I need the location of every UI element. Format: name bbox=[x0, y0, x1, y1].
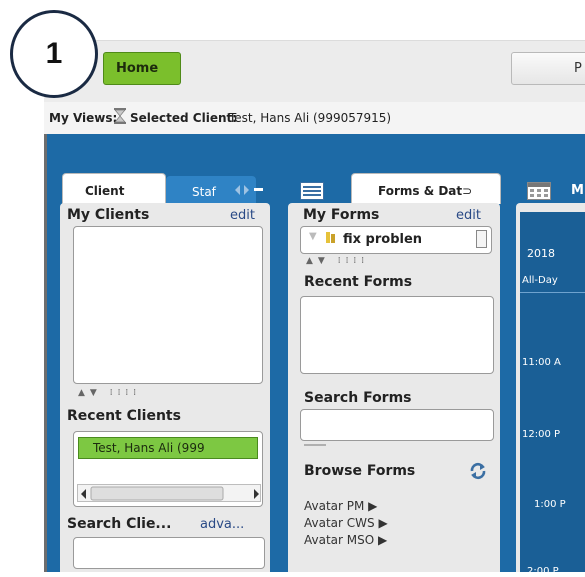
list-reorder-arrows[interactable]: ▲▼ ⁞⁞⁞⁞ bbox=[78, 388, 141, 398]
scrollbar-arrows-icon bbox=[81, 486, 259, 501]
search-forms-input[interactable] bbox=[300, 409, 494, 441]
list-scroll-handle[interactable] bbox=[476, 230, 487, 248]
selected-client-value[interactable]: Test, Hans Ali (999057915) bbox=[229, 111, 391, 125]
advanced-search-link[interactable]: adva... bbox=[200, 517, 244, 532]
tab-forms-data[interactable]: Forms & Dat⊃ bbox=[351, 173, 501, 204]
my-clients-label: My Clients bbox=[67, 207, 150, 223]
calendar-year: 2018 bbox=[527, 247, 555, 260]
toolbar-button[interactable]: P bbox=[511, 52, 585, 85]
refresh-icon[interactable] bbox=[469, 462, 487, 480]
list-item[interactable]: Test, Hans Ali (999 bbox=[78, 437, 258, 459]
time-label-11am: 11:00 A bbox=[522, 357, 561, 368]
my-clients-list[interactable] bbox=[73, 226, 263, 384]
calendar-grid[interactable] bbox=[520, 212, 585, 572]
search-clients-label: Search Clie... bbox=[67, 516, 172, 532]
search-clients-input[interactable] bbox=[73, 537, 265, 569]
all-day-label: All-Day bbox=[522, 275, 558, 286]
recent-forms-label: Recent Forms bbox=[304, 274, 413, 290]
my-views-label: My Views: bbox=[49, 111, 118, 125]
tab-scroll-icon bbox=[235, 185, 263, 195]
browse-item-avatar-mso[interactable]: Avatar MSO ▶ bbox=[304, 532, 388, 549]
divider bbox=[520, 292, 585, 293]
form-icon bbox=[326, 232, 335, 243]
calendar-icon[interactable] bbox=[527, 182, 551, 200]
recent-clients-scrollbar[interactable] bbox=[77, 484, 261, 502]
time-label-1pm: 1:00 P bbox=[534, 499, 566, 510]
tab-client[interactable]: Client bbox=[62, 173, 166, 204]
browse-forms-list: Avatar PM ▶ Avatar CWS ▶ Avatar MSO ▶ bbox=[304, 498, 388, 549]
tab-scroll-arrows[interactable] bbox=[232, 179, 266, 201]
browse-forms-label: Browse Forms bbox=[304, 463, 416, 479]
my-forms-edit-link[interactable]: edit bbox=[456, 208, 481, 223]
divider bbox=[304, 444, 326, 446]
hourglass-icon[interactable] bbox=[113, 108, 127, 124]
step-callout: 1 bbox=[10, 10, 98, 98]
tab-overflow-icon: ⊃ bbox=[462, 184, 473, 198]
selected-client-label: Selected Client: bbox=[130, 111, 238, 125]
my-forms-label: My Forms bbox=[303, 207, 380, 223]
tab-forms-label: Forms & Dat bbox=[378, 184, 463, 198]
tab-calendar[interactable]: M bbox=[571, 183, 584, 198]
list-reorder-arrows[interactable]: ▲▼ ⁞⁞⁞⁞ bbox=[306, 256, 369, 266]
search-forms-label: Search Forms bbox=[304, 390, 412, 406]
callout-number: 1 bbox=[45, 37, 63, 70]
recent-clients-label: Recent Clients bbox=[67, 408, 181, 424]
home-button[interactable]: Home bbox=[103, 52, 181, 85]
my-clients-edit-link[interactable]: edit bbox=[230, 208, 255, 223]
my-forms-list[interactable]: ▼ fix problen bbox=[300, 226, 492, 254]
forms-menu-icon[interactable] bbox=[300, 182, 324, 200]
views-bar: My Views: Selected Client: Test, Hans Al… bbox=[44, 102, 585, 135]
chevron-down-icon: ▼ bbox=[309, 231, 317, 242]
browse-item-avatar-cws[interactable]: Avatar CWS ▶ bbox=[304, 515, 388, 532]
time-label-12pm: 12:00 P bbox=[522, 429, 561, 440]
tab-staff-label: Staf bbox=[192, 185, 216, 199]
my-forms-item[interactable]: fix problen bbox=[343, 232, 422, 247]
browse-item-avatar-pm[interactable]: Avatar PM ▶ bbox=[304, 498, 388, 515]
recent-forms-list[interactable] bbox=[300, 296, 494, 374]
